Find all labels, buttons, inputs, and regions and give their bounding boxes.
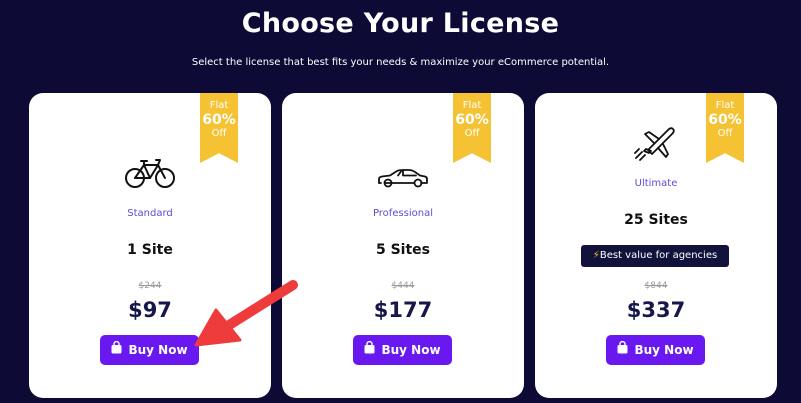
discount-ribbon: Flat 60% Off	[200, 93, 238, 163]
site-count: 1 Site	[127, 242, 173, 258]
badge-label: Best value for agencies	[599, 250, 718, 261]
ribbon-flat-label: Flat	[209, 100, 229, 111]
buy-now-label: Buy Now	[634, 343, 694, 357]
ribbon-percent: 60%	[455, 112, 489, 128]
original-price: $844	[644, 281, 668, 291]
ribbon-flat-label: Flat	[462, 100, 482, 111]
buy-now-button[interactable]: Buy Now	[100, 335, 199, 365]
page-subtitle: Select the license that best fits your n…	[191, 57, 610, 68]
ribbon-flat-label: Flat	[715, 100, 735, 111]
plan-name: Standard	[127, 208, 173, 219]
buy-now-button[interactable]: Buy Now	[606, 335, 705, 365]
site-count: 5 Sites	[375, 242, 431, 258]
best-value-badge: ⚡Best value for agencies	[581, 245, 729, 267]
airplane-icon	[535, 124, 777, 166]
original-price: $444	[391, 281, 415, 291]
plan-name: Ultimate	[634, 178, 678, 189]
license-card-professional: Flat 60% Off Professional 5 Sites $444 $…	[282, 93, 524, 398]
ribbon-off-label: Off	[464, 128, 480, 139]
sale-price: $337	[626, 298, 686, 322]
shopping-bag-icon	[364, 335, 375, 365]
buy-now-label: Buy Now	[128, 343, 188, 357]
ribbon-percent: 60%	[202, 112, 236, 128]
license-card-ultimate: Flat 60% Off Ultimate 25 Sites ⚡Best val…	[535, 93, 777, 398]
buy-now-label: Buy Now	[381, 343, 441, 357]
ribbon-off-label: Off	[211, 128, 227, 139]
shopping-bag-icon	[617, 335, 628, 365]
lightning-icon: ⚡	[592, 250, 600, 261]
license-card-standard: Flat 60% Off Standard 1 Site $244 $97 Bu…	[29, 93, 271, 398]
original-price: $244	[138, 281, 162, 291]
site-count: 25 Sites	[624, 212, 688, 228]
discount-ribbon: Flat 60% Off	[453, 93, 491, 163]
sale-price: $97	[128, 298, 172, 322]
plan-name: Professional	[372, 208, 434, 219]
shopping-bag-icon	[111, 335, 122, 365]
bicycle-icon	[29, 157, 271, 193]
sale-price: $177	[373, 298, 433, 322]
car-icon	[282, 169, 524, 193]
buy-now-button[interactable]: Buy Now	[353, 335, 452, 365]
page-title: Choose Your License	[241, 8, 560, 39]
